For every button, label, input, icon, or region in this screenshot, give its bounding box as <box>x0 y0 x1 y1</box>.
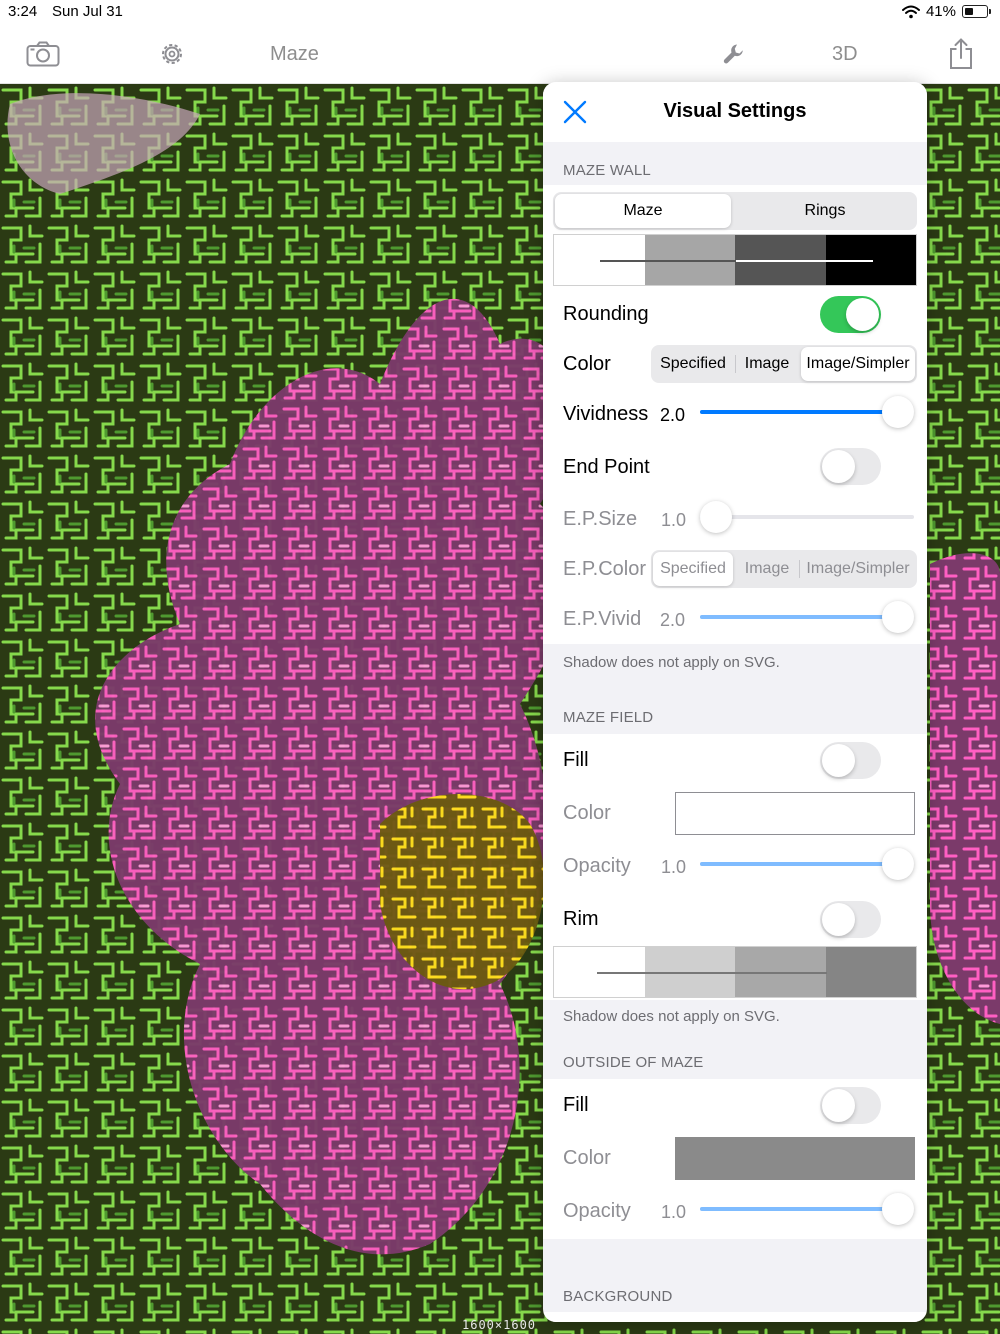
battery-level <box>964 7 973 15</box>
outside-color-label: Color <box>563 1147 611 1169</box>
wall-type-segmented: Maze Rings <box>553 192 917 230</box>
ep-vivid-value: 2.0 <box>660 610 686 630</box>
wall-width-selector[interactable] <box>553 234 917 286</box>
rounding-toggle[interactable] <box>820 296 881 333</box>
segment-maze[interactable]: Maze <box>555 194 731 228</box>
rim-width-selector[interactable] <box>553 946 917 998</box>
rim-label: Rim <box>563 908 599 930</box>
settings-button[interactable] <box>154 38 190 70</box>
slider-fill <box>700 615 898 619</box>
slider-thumb[interactable] <box>882 848 914 880</box>
visual-settings-panel: Visual Settings MAZE WALL Maze Rings Rou… <box>543 82 927 1322</box>
status-date: Sun Jul 31 <box>52 3 123 20</box>
toolbar-title[interactable]: Maze <box>270 43 319 66</box>
mode-3d-button[interactable]: 3D <box>832 43 858 66</box>
end-point-toggle[interactable] <box>820 448 881 485</box>
panel-header: Visual Settings <box>543 82 927 142</box>
outside-fill-toggle[interactable] <box>820 1087 881 1124</box>
rim-toggle[interactable] <box>820 901 881 938</box>
segment-specified[interactable]: Specified <box>653 347 733 381</box>
rim-width-line <box>597 972 827 974</box>
section-header-maze-field: MAZE FIELD <box>563 709 654 726</box>
segment-divider <box>735 355 736 373</box>
toggle-knob <box>822 450 855 483</box>
maze-field-footnote: Shadow does not apply on SVG. <box>563 1008 780 1025</box>
end-point-label: End Point <box>563 456 650 478</box>
outside-opacity-value: 1.0 <box>661 1202 687 1222</box>
vividness-slider[interactable] <box>700 392 914 432</box>
slider-thumb[interactable] <box>882 1193 914 1225</box>
status-bar: 3:24 Sun Jul 31 41% <box>0 0 1000 26</box>
maze-field-group: Fill Color Opacity 1.0 Rim <box>543 734 927 1000</box>
battery-percent: 41% <box>925 3 956 20</box>
field-fill-toggle[interactable] <box>820 742 881 779</box>
field-fill-label: Fill <box>563 749 589 771</box>
field-opacity-slider[interactable] <box>700 844 914 884</box>
slider-fill <box>700 410 898 414</box>
outside-opacity-label: Opacity <box>563 1200 631 1222</box>
field-color-label: Color <box>563 802 611 824</box>
panel-title: Visual Settings <box>663 100 807 122</box>
segment-divider <box>799 560 800 578</box>
battery-icon <box>962 5 991 18</box>
field-opacity-label: Opacity <box>563 855 631 877</box>
gear-icon <box>162 44 182 64</box>
camera-button[interactable] <box>25 38 61 70</box>
ep-color-segmented: Specified Image Image/Simpler <box>651 550 917 588</box>
share-icon <box>950 38 972 69</box>
share-button[interactable] <box>943 38 979 70</box>
outside-color-swatch[interactable] <box>675 1137 915 1180</box>
toolbar: Maze 3D <box>0 26 1000 84</box>
field-opacity-value: 1.0 <box>661 857 687 877</box>
segment-image-simpler[interactable]: Image/Simpler <box>801 552 915 586</box>
ep-vivid-slider[interactable] <box>700 597 914 637</box>
slider-fill <box>700 1207 898 1211</box>
toggle-knob <box>822 903 855 936</box>
outside-fill-label: Fill <box>563 1094 589 1116</box>
image-size-label: 1600×1600 <box>462 1318 537 1332</box>
ep-vivid-label: E.P.Vivid <box>563 608 642 630</box>
segment-image[interactable]: Image <box>737 552 797 586</box>
outside-opacity-slider[interactable] <box>700 1189 914 1229</box>
vividness-label: Vividness <box>563 403 649 425</box>
slider-track <box>700 515 914 519</box>
segment-specified[interactable]: Specified <box>653 552 733 586</box>
camera-icon <box>26 41 60 67</box>
section-header-outside: OUTSIDE OF MAZE <box>563 1054 704 1071</box>
ep-size-value: 1.0 <box>661 510 687 530</box>
toggle-knob <box>822 1089 855 1122</box>
section-header-background: BACKGROUND <box>563 1288 673 1305</box>
ep-size-slider[interactable] <box>700 497 914 537</box>
visual-settings-button[interactable] <box>716 38 752 70</box>
status-time: 3:24 <box>8 3 38 20</box>
rim-width-step[interactable] <box>825 947 916 997</box>
color-label: Color <box>563 353 611 375</box>
background-group <box>543 1312 927 1322</box>
field-color-swatch[interactable] <box>675 792 915 835</box>
wifi-icon <box>901 5 920 18</box>
slider-thumb[interactable] <box>700 501 732 533</box>
maze-wall-group: Maze Rings Rounding Color Specified Imag… <box>543 185 927 644</box>
wall-color-segmented: Specified Image Image/Simpler <box>651 345 917 383</box>
segment-rings[interactable]: Rings <box>737 194 913 228</box>
wrench-icon <box>723 44 743 64</box>
segment-image-simpler[interactable]: Image/Simpler <box>801 347 915 381</box>
wall-width-line-light <box>736 260 873 262</box>
vividness-value: 2.0 <box>660 405 686 425</box>
ep-size-label: E.P.Size <box>563 508 638 530</box>
maze-wall-footnote: Shadow does not apply on SVG. <box>563 654 780 671</box>
section-header-maze-wall: MAZE WALL <box>563 162 651 179</box>
toggle-knob <box>846 298 879 331</box>
slider-fill <box>700 862 898 866</box>
slider-thumb[interactable] <box>882 601 914 633</box>
ep-color-label: E.P.Color <box>563 558 647 580</box>
outside-group: Fill Color Opacity 1.0 <box>543 1079 927 1239</box>
rounding-label: Rounding <box>563 303 649 325</box>
toggle-knob <box>822 744 855 777</box>
segment-image[interactable]: Image <box>737 347 797 381</box>
slider-thumb[interactable] <box>882 396 914 428</box>
status-indicators: 41% <box>901 3 991 20</box>
